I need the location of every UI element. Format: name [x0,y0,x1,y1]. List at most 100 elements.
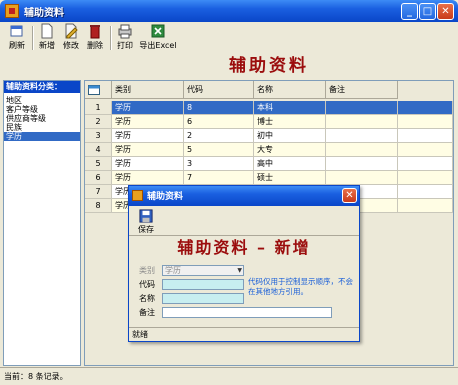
export-excel-button[interactable]: 导出Excel [138,22,178,54]
cell-note[interactable] [326,171,398,185]
toolbar-separator [32,26,34,50]
category-item-customer-level[interactable]: 客户等级 [6,105,38,114]
dialog-save-button[interactable]: 保存 [133,208,159,234]
dialog-title-bar: 辅助资料 ✕ [129,186,359,206]
cell-num[interactable]: 6 [85,171,112,185]
code-field[interactable] [162,279,244,290]
table-row[interactable]: 4 学历 5 大专 [85,143,453,157]
cell-note[interactable] [326,101,398,115]
category-item-supplier-level[interactable]: 供应商等级 [6,114,46,123]
cell-num[interactable]: 4 [85,143,112,157]
cell-code[interactable]: 7 [184,171,254,185]
column-header-category[interactable]: 类别 [112,81,184,99]
save-icon [139,209,153,223]
table-row[interactable]: 3 学历 2 初中 [85,129,453,143]
cell-num[interactable]: 2 [85,115,112,129]
cell-filler[interactable] [398,157,453,171]
cell-num[interactable]: 7 [85,185,112,199]
cell-code[interactable]: 8 [184,101,254,115]
print-button[interactable]: 打印 [114,22,136,54]
trash-icon [90,25,100,39]
cell-filler[interactable] [398,115,453,129]
grid-corner [85,81,112,99]
cell-code[interactable]: 5 [184,143,254,157]
refresh-button[interactable]: 刷新 [6,22,28,54]
add-button[interactable]: 新增 [36,22,58,54]
print-label: 打印 [117,41,133,50]
cell-note[interactable] [326,115,398,129]
cell-filler[interactable] [398,101,453,115]
dialog-app-icon [132,190,143,201]
export-label: 导出Excel [139,41,177,50]
cell-name[interactable]: 硕士 [254,171,326,185]
edit-icon [65,23,78,39]
refresh-label: 刷新 [9,41,25,50]
cell-category[interactable]: 学历 [112,143,184,157]
cell-name[interactable]: 本科 [254,101,326,115]
edit-button[interactable]: 修改 [60,22,82,54]
cell-note[interactable] [326,157,398,171]
cell-category[interactable]: 学历 [112,157,184,171]
toolbar: 刷新 新增 修改 删除 打印 导出Excel [4,22,454,54]
cell-filler[interactable] [398,199,453,213]
cell-note[interactable] [326,143,398,157]
category-item-ethnicity[interactable]: 民族 [6,123,22,132]
dialog-banner: 辅助资料 – 新增 [177,238,311,257]
cell-name[interactable]: 大专 [254,143,326,157]
cell-name[interactable]: 高中 [254,157,326,171]
cell-num[interactable]: 3 [85,129,112,143]
table-row[interactable]: 2 学历 6 博士 [85,115,453,129]
toolbar-separator [110,26,112,50]
add-dialog: 辅助资料 ✕ 保存 辅助资料 – 新增 类别 学历 ▼ 代码 名称 备注 代码仅… [128,185,360,342]
table-row[interactable]: 5 学历 3 高中 [85,157,453,171]
category-list-header: 辅助资料分类： [4,81,80,93]
new-document-icon [41,23,53,39]
cell-num[interactable]: 1 [85,101,112,115]
cell-code[interactable]: 3 [184,157,254,171]
cell-category[interactable]: 学历 [112,171,184,185]
maximize-button[interactable]: □ [419,3,436,20]
status-bar: 当前：8 条记录。 [0,367,458,385]
column-header-note[interactable]: 备注 [326,81,398,99]
code-label: 代码 [139,280,155,289]
column-header-code[interactable]: 代码 [184,81,254,99]
table-row[interactable]: 1 学历 8 本科 [85,101,453,115]
cell-filler[interactable] [398,129,453,143]
title-bar: 辅助资料 _ □ ✕ [0,0,458,22]
cell-note[interactable] [326,129,398,143]
delete-button[interactable]: 删除 [84,22,106,54]
cell-category[interactable]: 学历 [112,129,184,143]
name-field[interactable] [162,293,244,304]
column-header-name[interactable]: 名称 [254,81,326,99]
code-hint: 代码仅用于控制显示顺序，不会在其他地方引用。 [248,277,353,296]
dialog-close-button[interactable]: ✕ [342,188,357,203]
chevron-down-icon: ▼ [237,267,242,274]
cell-num[interactable]: 8 [85,199,112,213]
cell-name[interactable]: 博士 [254,115,326,129]
app-icon [5,4,19,18]
add-label: 新增 [39,41,55,50]
note-field[interactable] [162,307,332,318]
refresh-icon [10,25,23,37]
printer-icon [118,24,132,39]
category-item-region[interactable]: 地区 [6,96,22,105]
cell-name[interactable]: 初中 [254,129,326,143]
category-select[interactable]: 学历 ▼ [162,265,244,276]
cell-filler[interactable] [398,185,453,199]
cell-filler[interactable] [398,171,453,185]
table-row[interactable]: 6 学历 7 硕士 [85,171,453,185]
category-list: 辅助资料分类： 地区 客户等级 供应商等级 民族 学历 [3,80,81,366]
cell-category[interactable]: 学历 [112,101,184,115]
dialog-status-bar: 就绪 [129,327,359,341]
cell-code[interactable]: 6 [184,115,254,129]
save-label: 保存 [138,225,154,234]
cell-code[interactable]: 2 [184,129,254,143]
minimize-button[interactable]: _ [401,3,418,20]
cell-category[interactable]: 学历 [112,115,184,129]
close-button[interactable]: ✕ [437,3,454,20]
edit-label: 修改 [63,41,79,50]
category-item-education[interactable]: 学历 [4,132,80,141]
category-label: 类别 [139,266,155,275]
cell-filler[interactable] [398,143,453,157]
cell-num[interactable]: 5 [85,157,112,171]
